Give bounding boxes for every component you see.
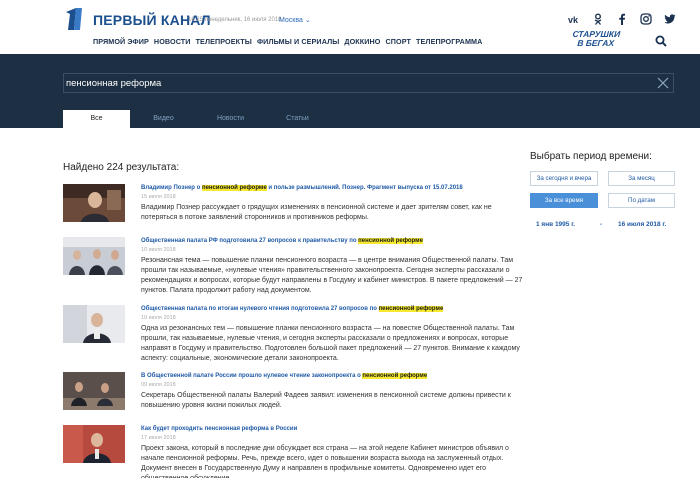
tab-all[interactable]: Все (63, 110, 130, 128)
dateline: 16:25 понедельник, 16 июля 2018 (188, 17, 282, 23)
result-body: Владимир Познер о пенсионной реформе и п… (141, 184, 527, 223)
twitter-icon[interactable] (658, 12, 682, 26)
close-icon[interactable] (657, 77, 669, 89)
result-thumbnail[interactable] (63, 425, 125, 463)
result-title[interactable]: В Общественной палате России прошло нуле… (141, 372, 527, 380)
result-description: Одна из резонансных тем — повышение план… (141, 325, 520, 362)
result-description: Владимир Познер рассуждает о грядущих из… (141, 204, 492, 221)
date-to[interactable]: 16 июля 2018 г. (618, 221, 666, 228)
period-title: Выбрать период времени: (530, 151, 652, 162)
nav-item-live[interactable]: ПРЯМОЙ ЭФИР (93, 37, 149, 46)
result-date: 17 июня 2018 (141, 435, 176, 441)
result-title[interactable]: Общественная палата по итогам нулевого ч… (141, 305, 527, 313)
period-month-button[interactable]: За месяц (608, 171, 675, 186)
svg-text:vk: vk (568, 15, 579, 25)
main-nav: ПРЯМОЙ ЭФИР НОВОСТИ ТЕЛЕПРОЕКТЫ ФИЛЬМЫ И… (93, 37, 482, 46)
result-title[interactable]: Владимир Познер о пенсионной реформе и п… (141, 184, 527, 192)
result-date: 09 июля 2018 (141, 382, 176, 388)
result-description: Резонансная тема — повышение планки пенс… (141, 257, 523, 294)
search-band: Все Видео Новости Статьи (0, 54, 700, 128)
result-title[interactable]: Общественная палата РФ подготовила 27 во… (141, 237, 527, 245)
nav-item-news[interactable]: НОВОСТИ (154, 37, 191, 46)
period-today-button[interactable]: За сегодня и вчера (530, 171, 598, 186)
tab-news[interactable]: Новости (197, 110, 264, 128)
period-dates-button[interactable]: По датам (608, 193, 675, 208)
result-thumbnail[interactable] (63, 184, 125, 222)
social-links: vk (562, 12, 682, 26)
result-description: Секретарь Общественной палаты Валерий Фа… (141, 392, 511, 409)
result-body: Как будет проходить пенсионная реформа в… (141, 425, 527, 478)
instagram-icon[interactable] (634, 12, 658, 26)
result-thumbnail[interactable] (63, 372, 125, 410)
nav-item-dockino[interactable]: ДОККИНО (344, 37, 380, 46)
nav-item-teleprojects[interactable]: ТЕЛЕПРОЕКТЫ (196, 37, 252, 46)
nav-item-films[interactable]: ФИЛЬМЫ И СЕРИАЛЫ (257, 37, 339, 46)
tab-video[interactable]: Видео (130, 110, 197, 128)
date-from[interactable]: 1 янв 1995 г. (536, 221, 575, 228)
tab-articles[interactable]: Статьи (264, 110, 331, 128)
search-icon[interactable] (655, 35, 667, 47)
result-date: 10 июля 2018 (141, 315, 176, 321)
vk-icon[interactable]: vk (562, 12, 586, 26)
result-description: Проект закона, который в последние дни о… (141, 445, 509, 478)
search-input[interactable] (64, 74, 644, 92)
result-thumbnail[interactable] (63, 305, 125, 343)
promo-banner[interactable]: СТАРУШКИ В БЕГАХ (565, 29, 626, 48)
channel-one-logo-icon[interactable] (64, 8, 84, 30)
facebook-icon[interactable] (610, 12, 634, 26)
period-all-button[interactable]: За все время (530, 193, 598, 208)
result-thumbnail[interactable] (63, 237, 125, 275)
result-body: Общественная палата РФ подготовила 27 во… (141, 237, 527, 296)
nav-item-tvguide[interactable]: ТЕЛЕПРОГРАММА (416, 37, 482, 46)
city-selector[interactable]: Москва ⌄ (279, 16, 311, 24)
site-header: ПЕРВЫЙ КАНАЛ 16:25 понедельник, 16 июля … (0, 0, 700, 54)
result-date: 10 июля 2018 (141, 247, 176, 253)
odnoklassniki-icon[interactable] (586, 12, 610, 26)
result-body: Общественная палата по итогам нулевого ч… (141, 305, 527, 364)
search-box (63, 73, 674, 93)
result-title[interactable]: Как будет проходить пенсионная реформа в… (141, 425, 527, 433)
results-count: Найдено 224 результата: (63, 162, 180, 173)
nav-item-sport[interactable]: СПОРТ (386, 37, 412, 46)
result-tabs: Все Видео Новости Статьи (63, 110, 331, 128)
promo-line-2: В БЕГАХ (576, 38, 615, 48)
result-body: В Общественной палате России прошло нуле… (141, 372, 527, 411)
date-separator: - (600, 221, 603, 228)
result-date: 15 июля 2018 (141, 194, 176, 200)
